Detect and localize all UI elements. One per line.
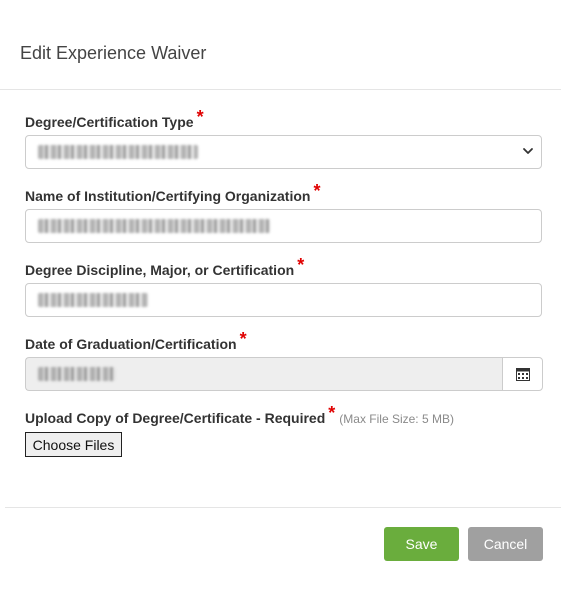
save-button[interactable]: Save (384, 527, 459, 561)
discipline-label: Degree Discipline, Major, or Certificati… (25, 255, 304, 280)
dialog-header: Edit Experience Waiver (0, 0, 561, 90)
institution-label-text: Name of Institution/Certifying Organizat… (25, 188, 311, 204)
edit-experience-waiver-dialog: Edit Experience Waiver Degree/Certificat… (0, 0, 561, 606)
calendar-button[interactable] (502, 357, 543, 391)
degree-type-label: Degree/Certification Type * (25, 107, 204, 132)
upload-label-text: Upload Copy of Degree/Certificate - Requ… (25, 410, 326, 426)
degree-type-label-text: Degree/Certification Type (25, 114, 194, 130)
redacted-value (38, 145, 198, 159)
choose-files-button[interactable]: Choose Files (25, 432, 122, 457)
redacted-value (38, 219, 270, 233)
redacted-value (38, 367, 116, 381)
dialog-title: Edit Experience Waiver (20, 43, 207, 63)
file-size-hint: (Max File Size: 5 MB) (339, 412, 454, 426)
graduation-date-label: Date of Graduation/Certification * (25, 329, 247, 354)
footer-divider (5, 507, 561, 508)
required-asterisk: * (313, 181, 321, 201)
cancel-button[interactable]: Cancel (468, 527, 543, 561)
redacted-value (38, 293, 148, 307)
institution-label: Name of Institution/Certifying Organizat… (25, 181, 320, 206)
required-asterisk: * (239, 329, 247, 349)
graduation-date-label-text: Date of Graduation/Certification (25, 336, 237, 352)
required-asterisk: * (297, 255, 305, 275)
upload-label: Upload Copy of Degree/Certificate - Requ… (25, 403, 454, 428)
required-asterisk: * (196, 107, 204, 127)
discipline-label-text: Degree Discipline, Major, or Certificati… (25, 262, 295, 278)
calendar-icon (515, 367, 530, 381)
graduation-date-input[interactable] (25, 357, 503, 391)
discipline-input[interactable] (25, 283, 542, 317)
chevron-down-icon (523, 148, 533, 154)
required-asterisk: * (328, 403, 336, 423)
degree-type-select[interactable] (25, 135, 542, 169)
institution-input[interactable] (25, 209, 542, 243)
